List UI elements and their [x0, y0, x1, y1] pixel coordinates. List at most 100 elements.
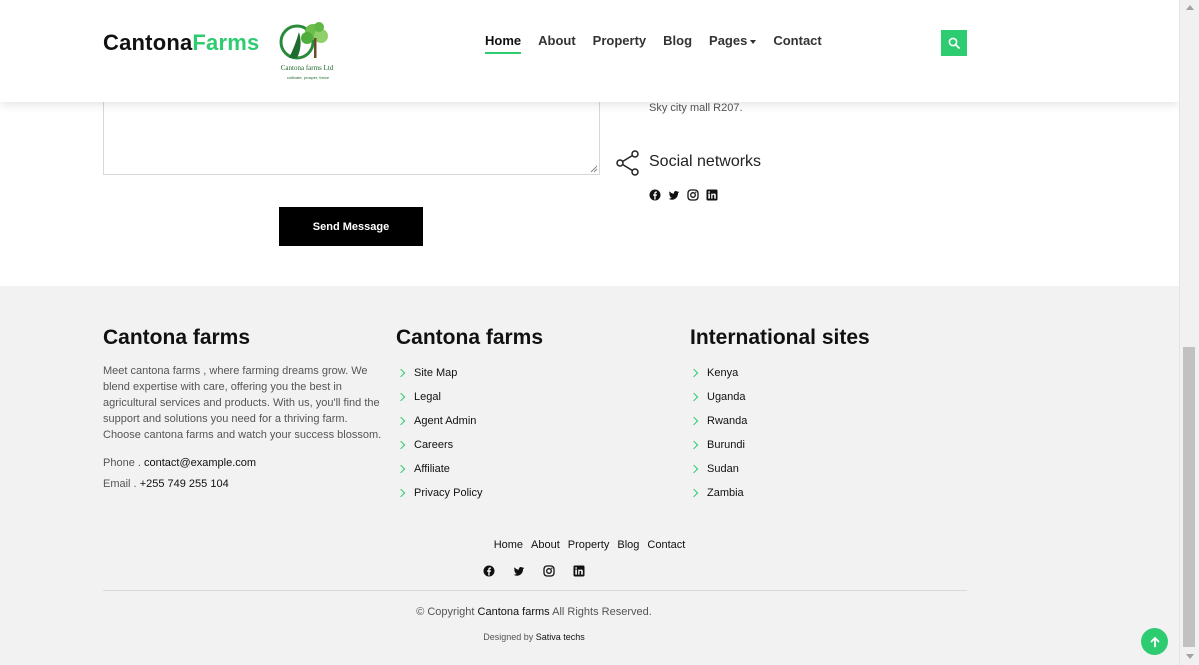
- social-networks-title: Social networks: [649, 153, 762, 170]
- footer-link-careers[interactable]: Careers: [396, 439, 482, 463]
- footer-col1-title: Cantona farms: [103, 326, 251, 349]
- footer-links: Site Map Legal Agent Admin Careers Affil…: [396, 367, 483, 511]
- footer-link-label: Privacy Policy: [414, 487, 483, 499]
- send-message-button[interactable]: Send Message: [279, 207, 423, 246]
- email-label: Email .: [103, 478, 137, 490]
- scroll-down-arrow-icon[interactable]: [1186, 654, 1194, 659]
- footer-link-affiliate[interactable]: Affiliate: [396, 463, 482, 487]
- site-link-label: Burundi: [707, 439, 745, 451]
- chevron-right-icon: [689, 464, 699, 474]
- chevron-right-icon: [689, 392, 699, 402]
- footer-nav-property[interactable]: Property: [568, 539, 610, 551]
- instagram-icon[interactable]: [687, 189, 699, 201]
- site-link-kenya[interactable]: Kenya: [689, 367, 747, 391]
- share-icon: [616, 150, 639, 176]
- nav-pages[interactable]: Pages: [709, 33, 757, 54]
- address-text: Sky city mall R207.: [649, 102, 743, 114]
- footer-nav-about[interactable]: About: [531, 539, 560, 551]
- footer-divider: [103, 590, 967, 591]
- footer-link-site-map[interactable]: Site Map: [396, 367, 482, 391]
- footer-nav-contact[interactable]: Contact: [647, 539, 685, 551]
- phone-label: Phone .: [103, 457, 141, 469]
- nav-blog[interactable]: Blog: [663, 33, 692, 54]
- footer-bottom-nav: Home About Property Blog Contact: [0, 539, 1179, 551]
- site-link-uganda[interactable]: Uganda: [689, 391, 747, 415]
- logo-text: Cantona farms Ltd: [280, 64, 334, 72]
- tree-logo-icon: [279, 22, 328, 60]
- resize-handle-icon[interactable]: [590, 165, 598, 173]
- company-logo[interactable]: Cantona farms Ltd cultivate, prosper, th…: [275, 18, 339, 82]
- twitter-icon[interactable]: [668, 189, 680, 201]
- chevron-right-icon: [396, 488, 406, 498]
- facebook-icon[interactable]: [649, 189, 661, 201]
- site-link-label: Rwanda: [707, 415, 748, 427]
- footer-nav-home[interactable]: Home: [494, 539, 523, 551]
- linkedin-icon[interactable]: [573, 565, 585, 577]
- chevron-right-icon: [396, 464, 406, 474]
- brand-logo-text[interactable]: CantonaFarms: [103, 30, 259, 56]
- footer-nav-blog[interactable]: Blog: [617, 539, 639, 551]
- email-value[interactable]: +255 749 255 104: [140, 478, 229, 490]
- brand-primary: Cantona: [103, 30, 193, 55]
- copyright-prefix: © Copyright: [416, 606, 475, 618]
- copyright-company: Cantona farms: [477, 606, 550, 618]
- nav-contact[interactable]: Contact: [773, 33, 821, 54]
- site-link-label: Kenya: [707, 367, 739, 379]
- nav-about[interactable]: About: [538, 33, 576, 54]
- site-link-sudan[interactable]: Sudan: [689, 463, 747, 487]
- search-icon: [948, 37, 960, 49]
- footer-link-label: Site Map: [414, 367, 458, 379]
- footer-link-agent-admin[interactable]: Agent Admin: [396, 415, 482, 439]
- footer-social-links: [483, 565, 585, 577]
- nav-property[interactable]: Property: [593, 33, 646, 54]
- chevron-right-icon: [396, 440, 406, 450]
- site-header: CantonaFarms Cantona farms Ltd cultivate…: [0, 0, 1179, 102]
- footer-col2-title: Cantona farms: [396, 326, 544, 349]
- footer-link-label: Legal: [414, 391, 441, 403]
- twitter-icon[interactable]: [513, 565, 525, 577]
- designed-by-text: Designed by Sativa techs: [0, 632, 1068, 642]
- nav-home[interactable]: Home: [485, 33, 522, 54]
- scroll-up-arrow-icon[interactable]: [1186, 5, 1194, 10]
- linkedin-icon[interactable]: [706, 189, 718, 201]
- search-button[interactable]: [941, 30, 967, 56]
- designer-link[interactable]: Sativa techs: [536, 632, 585, 642]
- chevron-right-icon: [689, 368, 699, 378]
- site-link-label: Sudan: [707, 463, 739, 475]
- message-textarea[interactable]: [103, 95, 600, 175]
- footer-email: Email . +255 749 255 104: [103, 478, 229, 490]
- arrow-up-icon: [1150, 636, 1159, 647]
- caret-down-icon: [750, 39, 757, 44]
- site-link-zambia[interactable]: Zambia: [689, 487, 747, 511]
- instagram-icon[interactable]: [543, 565, 555, 577]
- footer-phone: Phone . contact@example.com: [103, 457, 256, 469]
- phone-value[interactable]: contact@example.com: [144, 457, 256, 469]
- chevron-right-icon: [396, 392, 406, 402]
- logo-tagline: cultivate, prosper, thrive: [286, 75, 330, 80]
- facebook-icon[interactable]: [483, 565, 495, 577]
- scroll-to-top-button[interactable]: [1141, 628, 1168, 655]
- footer-link-label: Careers: [414, 439, 454, 451]
- site-link-rwanda[interactable]: Rwanda: [689, 415, 748, 439]
- copyright-text: © Copyright Cantona farms All Rights Res…: [0, 606, 1068, 618]
- footer-link-privacy-policy[interactable]: Privacy Policy: [396, 487, 483, 511]
- site-link-label: Uganda: [707, 391, 746, 403]
- chevron-right-icon: [689, 440, 699, 450]
- chevron-right-icon: [396, 368, 406, 378]
- brand-accent: Farms: [192, 30, 260, 55]
- site-footer: Cantona farms Meet cantona farms , where…: [0, 286, 1179, 665]
- footer-about-text: Meet cantona farms , where farming dream…: [103, 365, 382, 441]
- contact-social-links: [649, 189, 718, 201]
- nav-pages-label: Pages: [709, 33, 748, 48]
- site-link-label: Zambia: [707, 487, 744, 499]
- main-nav: Home About Property Blog Pages Contact: [485, 33, 839, 54]
- footer-link-legal[interactable]: Legal: [396, 391, 482, 415]
- scrollbar-thumb[interactable]: [1183, 347, 1195, 647]
- international-sites-list: Kenya Uganda Rwanda Burundi Sudan Zambia: [689, 367, 748, 511]
- copyright-suffix: All Rights Reserved.: [552, 606, 652, 618]
- site-link-burundi[interactable]: Burundi: [689, 439, 747, 463]
- footer-link-label: Affiliate: [414, 463, 450, 475]
- page-scrollbar[interactable]: [1179, 0, 1199, 665]
- chevron-right-icon: [689, 488, 699, 498]
- chevron-right-icon: [396, 416, 406, 426]
